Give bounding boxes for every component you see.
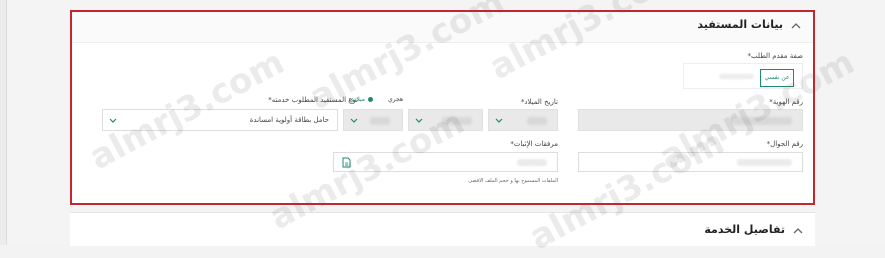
section-title: تفاصيل الخدمة [704,223,785,236]
blurred-option [719,74,754,79]
dob-label: تاريخ الميلاد* [520,98,558,106]
chevron-down-icon [109,118,117,123]
left-strip [0,0,7,245]
chevron-up-icon[interactable] [793,226,803,236]
blurred-placeholder [517,159,547,166]
radio-selected-dot [368,97,373,102]
section-title: بيانات المستفيد [697,18,783,31]
blurred-value [370,117,390,125]
blurred-value [527,117,547,125]
dob-day-select[interactable] [488,109,558,131]
chevron-down-icon [495,118,503,123]
calendar-hijri[interactable]: هجري [388,96,403,103]
blurred-placeholder [737,159,792,166]
attachments-hint: الملفات المسموح بها و حجم الملف الاقصى [468,178,558,184]
chevron-up-icon[interactable] [791,21,801,31]
chevron-down-icon [350,118,358,123]
service-section[interactable]: تفاصيل الخدمة [70,212,815,246]
attachments-label: مرفقات الإثبات* [510,140,558,148]
beneficiary-type-value: حامل بطاقة أولوية امساندة [249,116,329,124]
dob-year-select[interactable] [343,109,403,131]
mobile-label: رقم الجوال* [766,140,803,148]
applicant-label: صفة مقدم الطلب* [747,52,804,60]
